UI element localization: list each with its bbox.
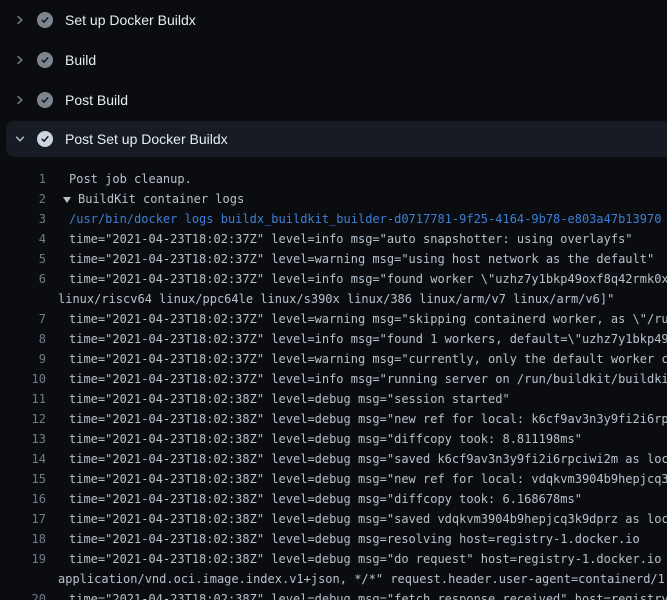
line-number[interactable]: 5 [0,249,46,269]
log-group-line[interactable]: 2 BuildKit container logs [0,189,667,209]
line-number[interactable]: 4 [0,229,46,249]
log-text: application/vnd.oci.image.index.v1+json,… [58,569,667,589]
log-line: 5 time="2021-04-23T18:02:37Z" level=warni… [0,249,667,269]
log-line: 12 time="2021-04-23T18:02:38Z" level=debu… [0,409,667,429]
log-line: 19 time="2021-04-23T18:02:38Z" level=debu… [0,549,667,569]
line-number[interactable]: 10 [0,369,46,389]
step-list: Set up Docker Buildx Build Post Build [0,0,667,157]
triangle-down-icon[interactable] [63,197,71,203]
log-text: time="2021-04-23T18:02:38Z" level=debug … [69,549,667,569]
check-circle-icon [37,92,53,108]
log-line: 10 time="2021-04-23T18:02:37Z" level=info… [0,369,667,389]
check-circle-icon [37,52,53,68]
log-text: time="2021-04-23T18:02:38Z" level=debug … [69,409,667,429]
line-number[interactable]: 7 [0,309,46,329]
step-set-up-docker-buildx[interactable]: Set up Docker Buildx [0,0,667,40]
log-line: 13 time="2021-04-23T18:02:38Z" level=debu… [0,429,667,449]
log-line: application/vnd.oci.image.index.v1+json,… [0,569,667,589]
log-text: time="2021-04-23T18:02:37Z" level=info m… [69,369,667,389]
log-line: linux/riscv64 linux/ppc64le linux/s390x … [0,289,667,309]
line-number[interactable]: 14 [0,449,46,469]
line-number[interactable]: 1 [0,169,46,189]
chevron-right-icon [12,12,28,28]
log-line: 18 time="2021-04-23T18:02:38Z" level=debu… [0,529,667,549]
log-text: time="2021-04-23T18:02:37Z" level=warnin… [69,309,667,329]
step-label: Post Set up Docker Buildx [65,131,228,147]
line-number[interactable]: 20 [0,589,46,600]
log-line: 15 time="2021-04-23T18:02:38Z" level=debu… [0,469,667,489]
log-line: 6 time="2021-04-23T18:02:37Z" level=info … [0,269,667,289]
log-text: time="2021-04-23T18:02:37Z" level=info m… [69,229,633,249]
log-text: time="2021-04-23T18:02:38Z" level=debug … [69,509,667,529]
line-number[interactable]: 18 [0,529,46,549]
line-number[interactable]: 11 [0,389,46,409]
line-number[interactable]: 9 [0,349,46,369]
check-circle-icon [37,12,53,28]
log-text: Post job cleanup. [69,169,192,189]
log-line: 7 time="2021-04-23T18:02:37Z" level=warni… [0,309,667,329]
line-number[interactable]: 19 [0,549,46,569]
log-text: time="2021-04-23T18:02:38Z" level=debug … [69,489,582,509]
line-number[interactable]: 15 [0,469,46,489]
log-text: time="2021-04-23T18:02:38Z" level=debug … [69,389,510,409]
log-text: time="2021-04-23T18:02:38Z" level=debug … [69,429,582,449]
log-line: 3/usr/bin/docker logs buildx_buildkit_bu… [0,209,667,229]
step-post-set-up-docker-buildx[interactable]: Post Set up Docker Buildx [6,121,667,157]
chevron-right-icon [12,92,28,108]
log-text: BuildKit container logs [78,189,244,209]
line-number[interactable]: 8 [0,329,46,349]
step-post-build[interactable]: Post Build [0,80,667,120]
log-line: 17 time="2021-04-23T18:02:38Z" level=debu… [0,509,667,529]
line-number[interactable]: 12 [0,409,46,429]
log-line: 4 time="2021-04-23T18:02:37Z" level=info … [0,229,667,249]
line-number[interactable]: 6 [0,269,46,289]
log-text: time="2021-04-23T18:02:38Z" level=debug … [69,529,640,549]
log-line: 16 time="2021-04-23T18:02:38Z" level=debu… [0,489,667,509]
line-number[interactable]: 17 [0,509,46,529]
chevron-down-icon [12,131,28,147]
log-text: time="2021-04-23T18:02:38Z" level=debug … [69,589,667,600]
step-label: Post Build [65,92,128,108]
log-text: /usr/bin/docker logs buildx_buildkit_bui… [69,209,661,229]
line-number[interactable]: 2 [0,189,46,209]
chevron-right-icon [12,52,28,68]
step-label: Set up Docker Buildx [65,12,196,28]
log-line: 20 time="2021-04-23T18:02:38Z" level=debu… [0,589,667,600]
line-number[interactable]: 13 [0,429,46,449]
workflow-log-viewer: Set up Docker Buildx Build Post Build [0,0,667,600]
log-line: 9 time="2021-04-23T18:02:37Z" level=warni… [0,349,667,369]
log-text: time="2021-04-23T18:02:37Z" level=info m… [69,329,667,349]
log-text: time="2021-04-23T18:02:38Z" level=debug … [69,449,667,469]
log-text: time="2021-04-23T18:02:37Z" level=info m… [69,269,667,289]
step-label: Build [65,52,96,68]
step-build[interactable]: Build [0,40,667,80]
log-line: 11 time="2021-04-23T18:02:38Z" level=debu… [0,389,667,409]
log-line: 8 time="2021-04-23T18:02:37Z" level=info … [0,329,667,349]
log-text: linux/riscv64 linux/ppc64le linux/s390x … [58,289,614,309]
line-number[interactable]: 16 [0,489,46,509]
log-line: 1 Post job cleanup. [0,169,667,189]
log-text: time="2021-04-23T18:02:38Z" level=debug … [69,469,667,489]
log-text: time="2021-04-23T18:02:37Z" level=warnin… [69,249,654,269]
log-output: 1 Post job cleanup. 2 BuildKit container lo… [0,169,667,600]
log-text: time="2021-04-23T18:02:37Z" level=warnin… [69,349,667,369]
log-line: 14 time="2021-04-23T18:02:38Z" level=debu… [0,449,667,469]
line-number[interactable]: 3 [0,209,46,229]
check-circle-icon [37,131,53,147]
